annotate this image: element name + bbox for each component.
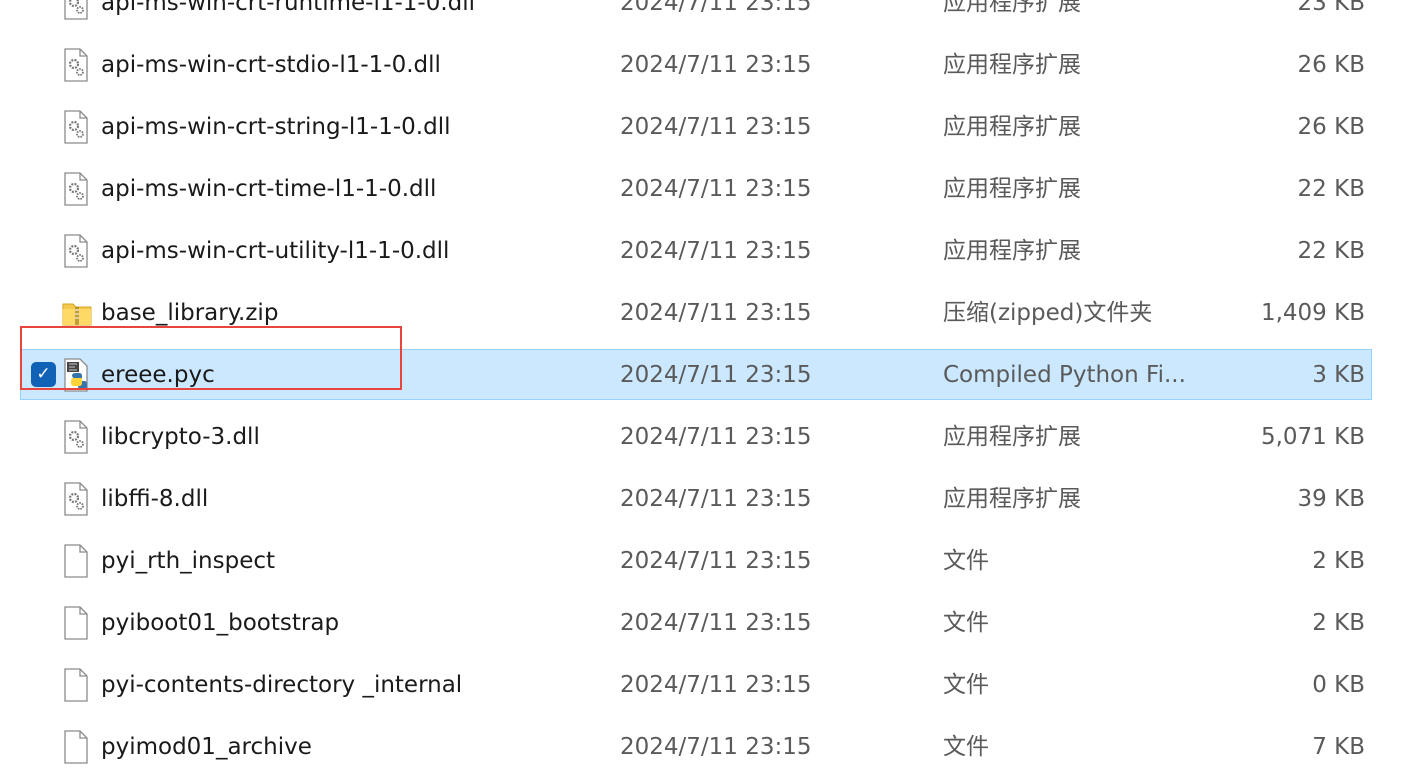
file-row[interactable]: pyimod01_archive 2024/7/11 23:15 文件 7 KB (0, 716, 1425, 778)
file-row[interactable]: pyiboot01_bootstrap 2024/7/11 23:15 文件 2… (0, 592, 1425, 654)
file-row[interactable]: api-ms-win-crt-stdio-l1-1-0.dll 2024/7/1… (0, 34, 1425, 96)
file-name: libcrypto-3.dll (101, 424, 260, 450)
file-type: 应用程序扩展 (943, 0, 1081, 16)
file-type: 压缩(zipped)文件夹 (943, 300, 1153, 326)
file-type: 文件 (943, 548, 989, 574)
file-icon (62, 668, 90, 702)
file-type: 应用程序扩展 (943, 238, 1081, 264)
dll-icon (62, 48, 90, 82)
file-name: api-ms-win-crt-time-l1-1-0.dll (101, 176, 437, 202)
file-date: 2024/7/11 23:15 (620, 486, 812, 512)
file-type: 应用程序扩展 (943, 486, 1081, 512)
file-date: 2024/7/11 23:15 (620, 176, 812, 202)
python-file-icon (62, 358, 90, 392)
file-list: api-ms-win-crt-runtime-l1-1-0.dll 2024/7… (0, 0, 1425, 778)
file-row-selected[interactable]: ✓ ereee.pyc 2024/7/11 23:15 Compiled Pyt… (0, 344, 1425, 406)
file-date: 2024/7/11 23:15 (620, 610, 812, 636)
dll-icon (62, 0, 90, 20)
file-type: 文件 (943, 610, 989, 636)
file-name: api-ms-win-crt-utility-l1-1-0.dll (101, 238, 450, 264)
file-name: api-ms-win-crt-runtime-l1-1-0.dll (101, 0, 476, 16)
file-name: base_library.zip (101, 300, 279, 326)
file-date: 2024/7/11 23:15 (620, 0, 812, 16)
file-icon (62, 730, 90, 764)
file-size: 26 KB (1297, 52, 1365, 78)
file-name: api-ms-win-crt-string-l1-1-0.dll (101, 114, 451, 140)
file-size: 23 KB (1297, 0, 1365, 16)
file-date: 2024/7/11 23:15 (620, 238, 812, 264)
file-row[interactable]: libffi-8.dll 2024/7/11 23:15 应用程序扩展 39 K… (0, 468, 1425, 530)
file-type: 应用程序扩展 (943, 52, 1081, 78)
file-row[interactable]: api-ms-win-crt-string-l1-1-0.dll 2024/7/… (0, 96, 1425, 158)
file-row[interactable]: pyi-contents-directory _internal 2024/7/… (0, 654, 1425, 716)
file-row[interactable]: base_library.zip 2024/7/11 23:15 压缩(zipp… (0, 282, 1425, 344)
file-type: 应用程序扩展 (943, 114, 1081, 140)
file-type: 应用程序扩展 (943, 176, 1081, 202)
file-date: 2024/7/11 23:15 (620, 300, 812, 326)
file-size: 39 KB (1297, 486, 1365, 512)
dll-icon (62, 482, 90, 516)
dll-icon (62, 110, 90, 144)
file-size: 5,071 KB (1260, 424, 1365, 450)
file-size: 22 KB (1297, 238, 1365, 264)
file-date: 2024/7/11 23:15 (620, 548, 812, 574)
file-name: pyiboot01_bootstrap (101, 610, 340, 636)
file-type: 文件 (943, 672, 989, 698)
row-checkbox[interactable]: ✓ (31, 362, 56, 387)
dll-icon (62, 172, 90, 206)
dll-icon (62, 420, 90, 454)
file-size: 22 KB (1297, 176, 1365, 202)
file-row[interactable]: api-ms-win-crt-utility-l1-1-0.dll 2024/7… (0, 220, 1425, 282)
file-icon (62, 606, 90, 640)
file-date: 2024/7/11 23:15 (620, 362, 812, 388)
file-type: 应用程序扩展 (943, 424, 1081, 450)
file-date: 2024/7/11 23:15 (620, 114, 812, 140)
file-row[interactable]: api-ms-win-crt-time-l1-1-0.dll 2024/7/11… (0, 158, 1425, 220)
file-size: 2 KB (1312, 548, 1365, 574)
file-row[interactable]: libcrypto-3.dll 2024/7/11 23:15 应用程序扩展 5… (0, 406, 1425, 468)
file-date: 2024/7/11 23:15 (620, 734, 812, 760)
file-size: 1,409 KB (1260, 300, 1365, 326)
file-type: Compiled Python Fi... (943, 362, 1186, 388)
file-date: 2024/7/11 23:15 (620, 424, 812, 450)
file-size: 26 KB (1297, 114, 1365, 140)
file-type: 文件 (943, 734, 989, 760)
file-name: api-ms-win-crt-stdio-l1-1-0.dll (101, 52, 441, 78)
file-name: ereee.pyc (101, 362, 215, 388)
zip-folder-icon (62, 296, 92, 330)
file-name: libffi-8.dll (101, 486, 209, 512)
file-size: 7 KB (1312, 734, 1365, 760)
file-name: pyi_rth_inspect (101, 548, 276, 574)
file-size: 3 KB (1312, 362, 1365, 388)
file-date: 2024/7/11 23:15 (620, 52, 812, 78)
file-date: 2024/7/11 23:15 (620, 672, 812, 698)
file-name: pyi-contents-directory _internal (101, 672, 463, 698)
file-name: pyimod01_archive (101, 734, 312, 760)
file-row[interactable]: pyi_rth_inspect 2024/7/11 23:15 文件 2 KB (0, 530, 1425, 592)
file-icon (62, 544, 90, 578)
dll-icon (62, 234, 90, 268)
file-row[interactable]: api-ms-win-crt-runtime-l1-1-0.dll 2024/7… (0, 0, 1425, 34)
file-size: 0 KB (1312, 672, 1365, 698)
file-size: 2 KB (1312, 610, 1365, 636)
